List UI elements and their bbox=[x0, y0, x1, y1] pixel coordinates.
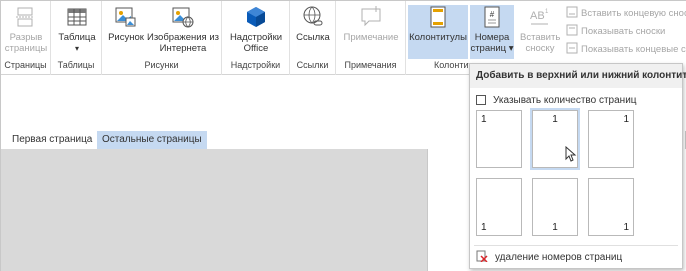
thumb-top-right[interactable]: 1 bbox=[588, 110, 634, 168]
show-footnotes-button[interactable]: Показывать сноски bbox=[566, 23, 665, 39]
insert-endnote-label: Вставить концевую сноск bbox=[581, 7, 686, 19]
office-store-icon bbox=[244, 5, 268, 29]
page-number-text: 1 bbox=[481, 114, 487, 125]
table-button[interactable]: Таблица ▾ bbox=[55, 5, 99, 59]
show-endnotes-label: Показывать концевые сн bbox=[581, 43, 686, 55]
group-pages: Разрыв страницы Страницы bbox=[1, 1, 51, 75]
comment-icon bbox=[359, 5, 383, 29]
show-footnotes-label: Показывать сноски bbox=[581, 25, 666, 37]
remove-page-numbers-icon bbox=[476, 250, 488, 265]
group-links: Ссылка Ссылки bbox=[290, 1, 336, 75]
online-pictures-icon bbox=[171, 5, 195, 29]
dropdown-title: Добавить в верхний или нижний колонтитул bbox=[470, 64, 686, 88]
online-pictures-button[interactable]: Изображения из Интернета bbox=[146, 5, 220, 59]
insert-footnote-label-1: Вставить bbox=[520, 32, 561, 43]
thumb-top-left[interactable]: 1 bbox=[476, 110, 522, 168]
svg-text:#: # bbox=[490, 10, 495, 19]
group-comments: Примечание Примечания bbox=[336, 1, 406, 75]
page-number-text: 1 bbox=[623, 114, 629, 125]
page-numbers-button[interactable]: # Номера страниц ▾ bbox=[470, 5, 514, 59]
page-number-text: 1 bbox=[552, 222, 558, 233]
page-count-label: Указывать количество страниц bbox=[493, 94, 637, 106]
office-addins-button[interactable]: Надстройки Office bbox=[226, 5, 286, 59]
mouse-cursor-icon bbox=[565, 145, 577, 165]
group-illustrations: Рисунок Изображения из Интернета Рисунки bbox=[102, 1, 222, 75]
group-label-comments: Примечания bbox=[344, 60, 397, 70]
page-number-text: 1 bbox=[623, 222, 629, 233]
group-label-addins: Надстройки bbox=[230, 60, 281, 70]
group-label-tables: Таблицы bbox=[57, 60, 95, 70]
online-pictures-label-2: Интернета bbox=[159, 43, 207, 54]
comment-label: Примечание bbox=[343, 32, 399, 43]
picture-button[interactable]: Рисунок bbox=[106, 5, 146, 59]
insert-endnote-icon bbox=[566, 6, 578, 21]
page-break-button[interactable]: Разрыв страницы bbox=[3, 5, 49, 59]
footnote-icon: AB 1 bbox=[528, 5, 552, 29]
show-endnotes-button[interactable]: Показывать концевые сн bbox=[566, 41, 686, 57]
dropdown-divider bbox=[474, 245, 678, 246]
group-label-illustrations: Рисунки bbox=[144, 60, 179, 70]
header-footer-label: Колонтитулы bbox=[409, 32, 467, 43]
thumb-top-center[interactable]: 1 bbox=[530, 108, 580, 170]
comment-button[interactable]: Примечание bbox=[340, 5, 402, 59]
thumb-bottom-center[interactable]: 1 bbox=[532, 178, 578, 236]
office-addins-label-1: Надстройки bbox=[229, 32, 283, 43]
page-numbers-label-1: Номера bbox=[474, 32, 510, 43]
link-globe-icon bbox=[301, 5, 325, 29]
page-number-text: 1 bbox=[481, 222, 487, 233]
thumb-bottom-right[interactable]: 1 bbox=[588, 178, 634, 236]
page-count-checkbox[interactable] bbox=[476, 95, 486, 105]
page-break-label-1: Разрыв bbox=[9, 32, 43, 43]
remove-page-numbers-option[interactable]: удаление номеров страниц bbox=[476, 250, 622, 264]
insert-endnote-button[interactable]: Вставить концевую сноск bbox=[566, 5, 686, 21]
link-label: Ссылка bbox=[296, 32, 330, 43]
page-numbers-dropdown: Добавить в верхний или нижний колонтитул… bbox=[469, 63, 686, 269]
link-button[interactable]: Ссылка bbox=[293, 5, 333, 59]
group-tables: Таблица ▾ Таблицы bbox=[51, 1, 102, 75]
picture-icon bbox=[114, 5, 138, 29]
page-break-icon bbox=[14, 5, 38, 29]
group-label-pages: Страницы bbox=[4, 60, 47, 70]
header-footer-icon bbox=[426, 5, 450, 29]
page-count-option[interactable]: Указывать количество страниц bbox=[476, 93, 637, 107]
table-label: Таблица bbox=[58, 32, 96, 43]
table-icon bbox=[65, 5, 89, 29]
group-addins: Надстройки Office Надстройки bbox=[222, 1, 290, 75]
group-label-links: Ссылки bbox=[296, 60, 329, 70]
page-break-label-2: страницы bbox=[4, 43, 48, 54]
picture-label: Рисунок bbox=[108, 32, 144, 43]
office-addins-label-2: Office bbox=[243, 43, 269, 54]
remove-page-numbers-label: удаление номеров страниц bbox=[495, 251, 623, 263]
show-footnotes-icon bbox=[566, 24, 578, 39]
insert-footnote-button[interactable]: AB 1 Вставить сноску bbox=[520, 5, 560, 59]
thumb-bottom-left[interactable]: 1 bbox=[476, 178, 522, 236]
online-pictures-label-1: Изображения из bbox=[146, 32, 219, 43]
tab-other-pages[interactable]: Остальные страницы bbox=[97, 131, 207, 149]
page-numbers-label-2: страниц ▾ bbox=[470, 43, 514, 54]
show-endnotes-icon bbox=[566, 42, 578, 57]
page-number-text: 1 bbox=[552, 114, 558, 125]
insert-footnote-label-2: сноску bbox=[525, 43, 555, 54]
tab-first-page[interactable]: Первая страница bbox=[7, 131, 97, 149]
page-number-icon: # bbox=[480, 5, 504, 29]
svg-text:1: 1 bbox=[545, 9, 549, 15]
header-footer-button[interactable]: Колонтитулы bbox=[408, 5, 468, 59]
table-dropdown-arrow: ▾ bbox=[74, 44, 79, 53]
svg-text:AB: AB bbox=[530, 10, 545, 22]
